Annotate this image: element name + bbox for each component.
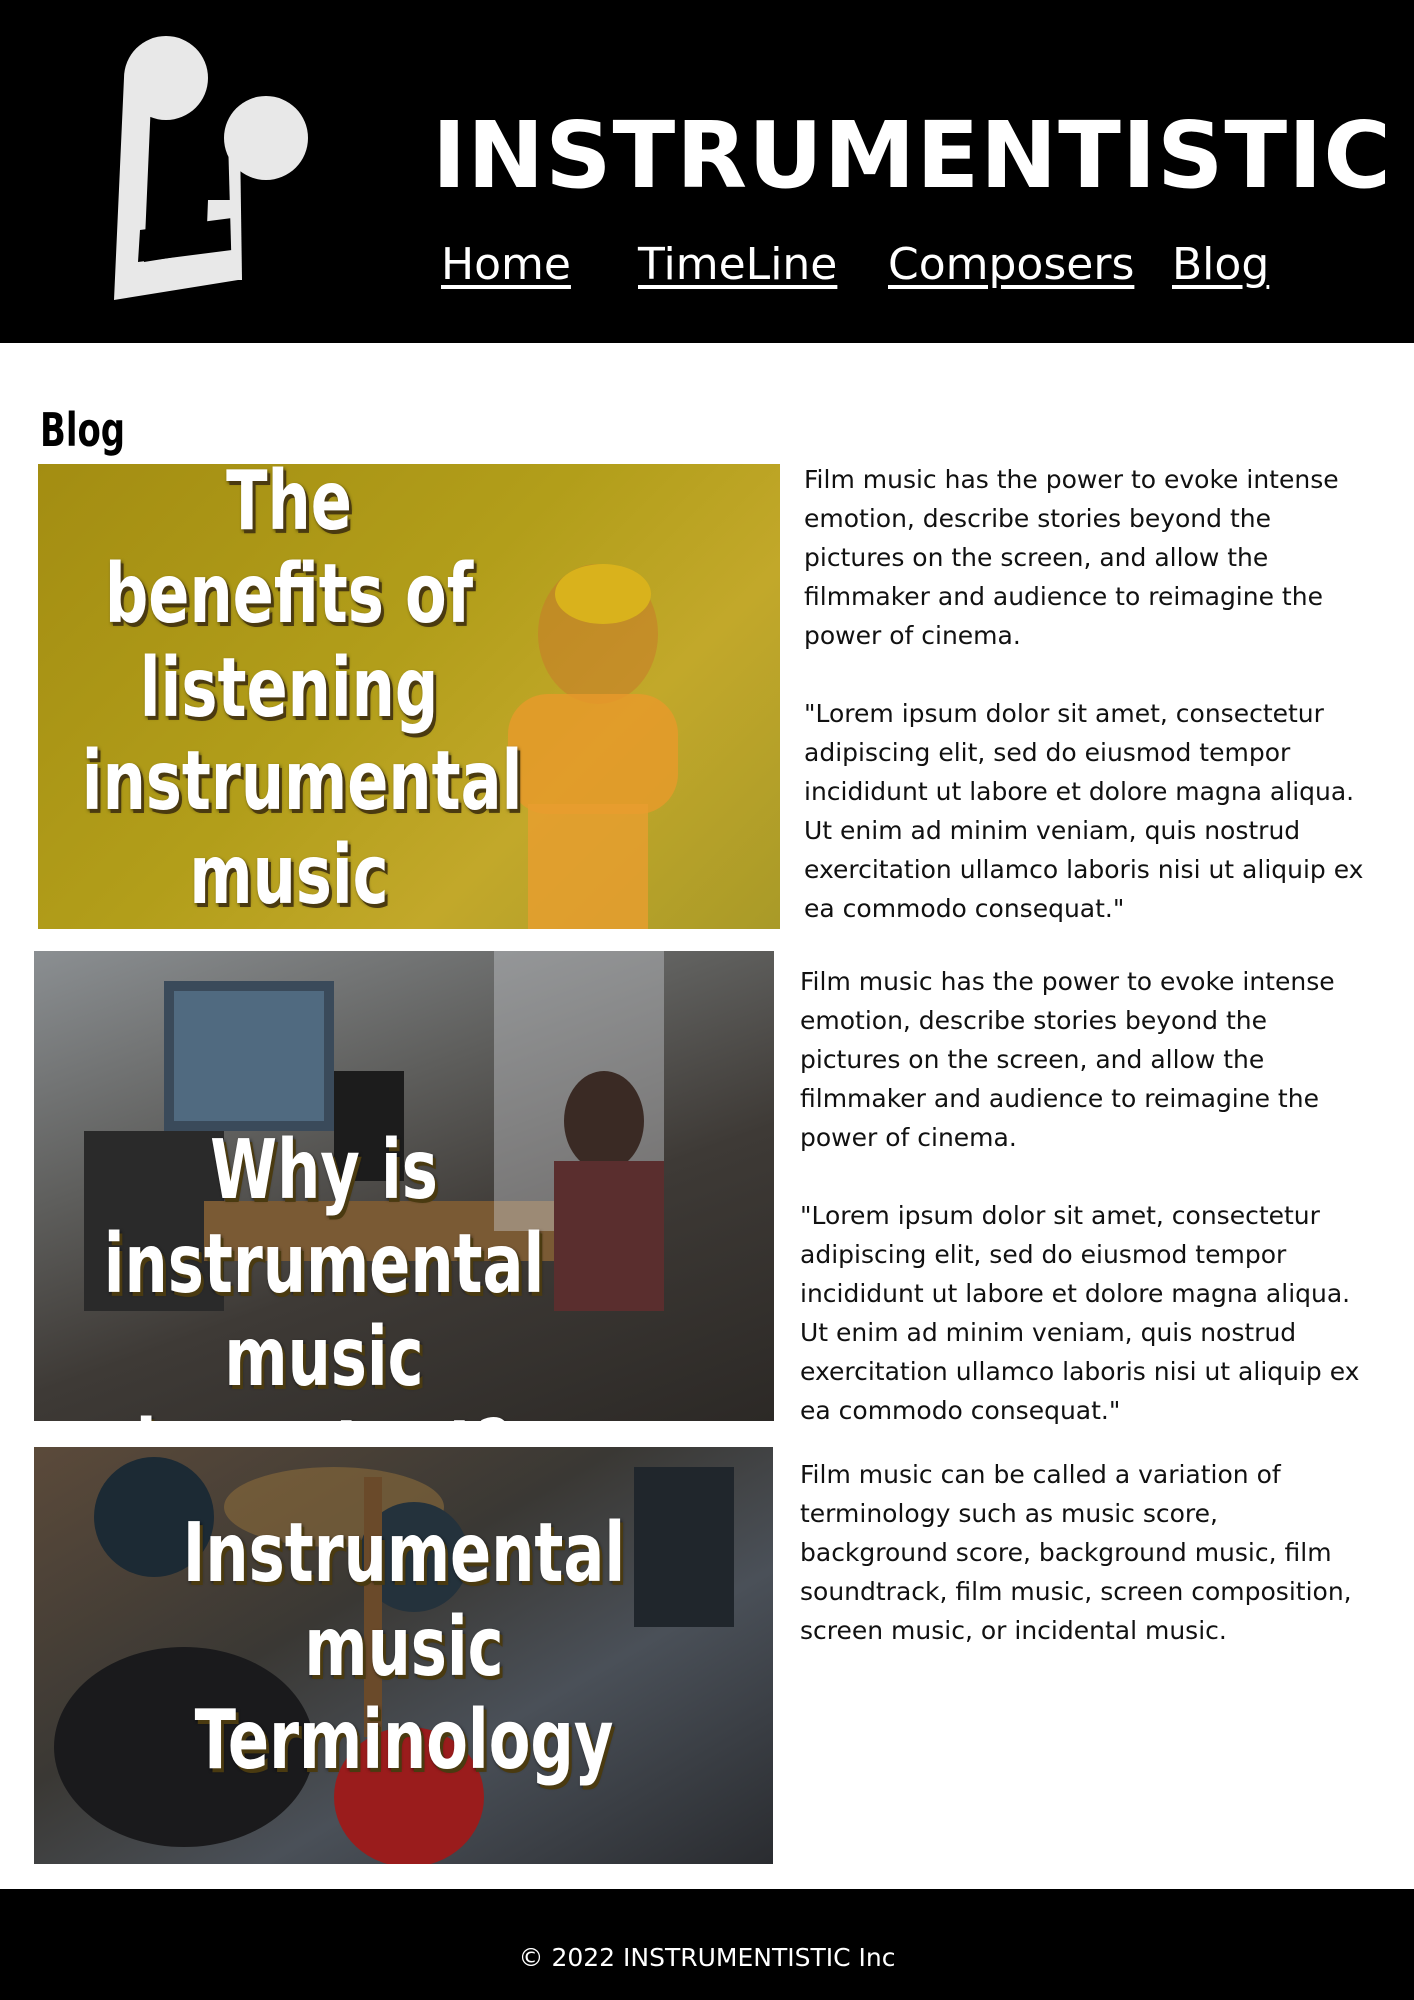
nav-link-blog[interactable]: Blog bbox=[1172, 243, 1269, 287]
nav-link-composers[interactable]: Composers bbox=[888, 243, 1134, 287]
nav-link-timeline[interactable]: TimeLine bbox=[638, 243, 837, 287]
post-paragraph: "Lorem ipsum dolor sit amet, consectetur… bbox=[800, 1201, 1360, 1425]
site-title: INSTRUMENTISTIC bbox=[432, 102, 1392, 209]
post-image-title: Why is instrumental music important? bbox=[103, 1123, 545, 1421]
post-image-terminology[interactable]: Instrumental music Terminology bbox=[34, 1447, 773, 1864]
post-image-importance[interactable]: Why is instrumental music important? bbox=[34, 951, 774, 1421]
post-paragraph: Film music has the power to evoke intens… bbox=[804, 465, 1339, 650]
music-note-icon[interactable] bbox=[100, 30, 330, 300]
post-paragraph: Film music can be called a variation of … bbox=[800, 1460, 1352, 1645]
post-paragraph: "Lorem ipsum dolor sit amet, consectetur… bbox=[804, 699, 1364, 923]
copyright-text: © 2022 INSTRUMENTISTIC Inc bbox=[518, 1943, 896, 1972]
post-paragraph: Film music has the power to evoke intens… bbox=[800, 967, 1335, 1152]
nav-link-home[interactable]: Home bbox=[441, 243, 571, 287]
site-header: INSTRUMENTISTIC Home TimeLine Composers … bbox=[0, 0, 1414, 343]
post-image-benefits[interactable]: The benefits of listening instrumental m… bbox=[38, 464, 780, 929]
post-image-title: Instrumental music Terminology bbox=[182, 1506, 625, 1789]
post-text: Film music has the power to evoke intens… bbox=[800, 962, 1360, 1430]
post-text: Film music has the power to evoke intens… bbox=[804, 460, 1364, 928]
post-image-title: The benefits of listening instrumental m… bbox=[81, 464, 523, 923]
post-text: Film music can be called a variation of … bbox=[800, 1455, 1360, 1650]
page-title: Blog bbox=[40, 402, 126, 457]
